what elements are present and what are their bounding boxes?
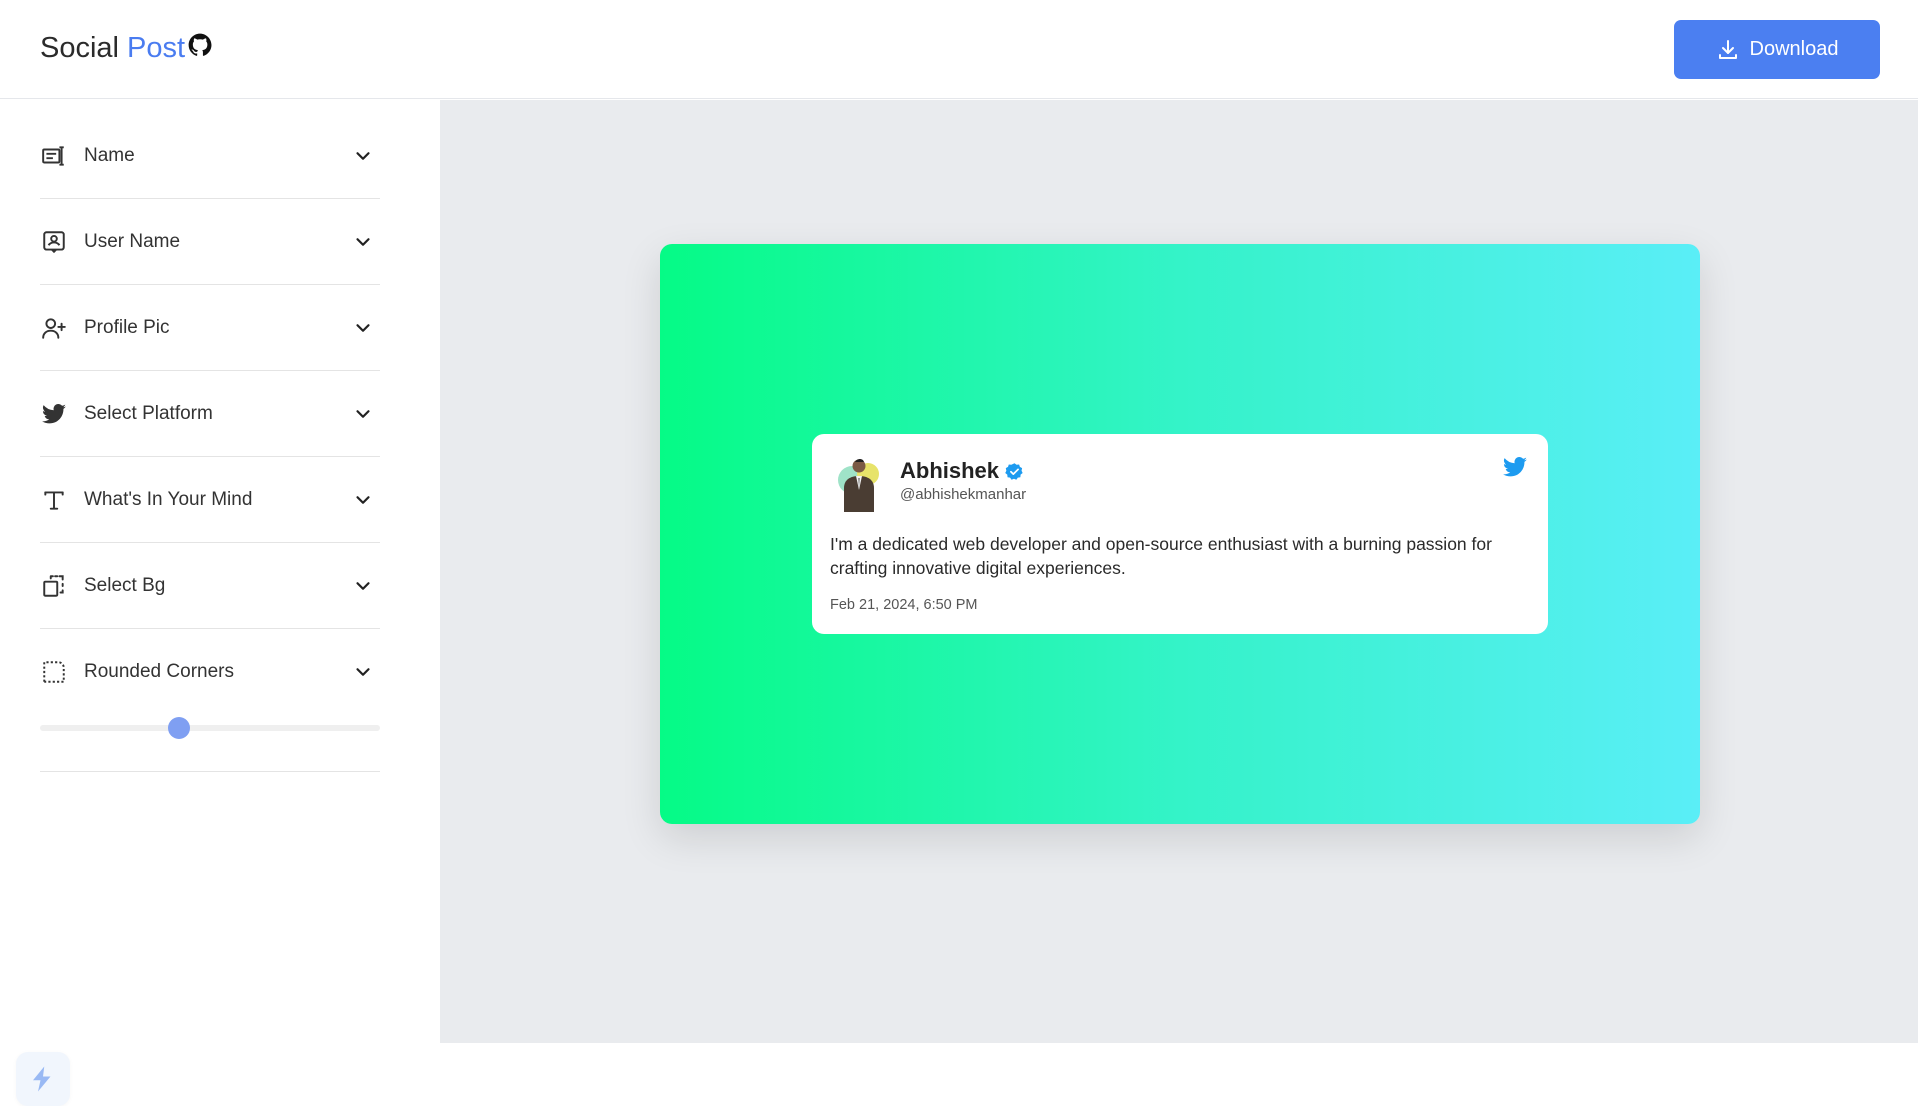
background-select-icon <box>40 572 68 600</box>
twitter-icon <box>1503 456 1527 477</box>
app-header: Social Post Download <box>0 0 1918 99</box>
post-timestamp: Feb 21, 2024, 6:50 PM <box>830 597 978 613</box>
profile-avatar <box>838 459 879 512</box>
download-icon <box>1718 39 1737 59</box>
download-label: Download <box>1749 38 1839 60</box>
accordion-label: Select Bg <box>84 574 166 596</box>
tweet-card: Abhishek @abhishekmanhar I'm a dedicated… <box>812 434 1548 634</box>
twitter-bird-icon <box>40 400 68 428</box>
chevron-down-icon <box>356 409 370 418</box>
text-t-icon <box>40 486 68 514</box>
chevron-down-icon <box>356 237 370 246</box>
logo-text-social: Social <box>40 32 119 64</box>
accordion-label: Profile Pic <box>84 316 170 338</box>
name-card-icon <box>40 142 68 170</box>
post-username: @abhishekmanhar <box>900 486 1027 503</box>
accordion-label: Select Platform <box>84 402 213 424</box>
accordion-whats-in-your-mind[interactable]: What's In Your Mind <box>40 457 380 543</box>
chevron-down-icon <box>356 151 370 160</box>
settings-sidebar: Name User Name Profile Pic Select Platfo… <box>0 100 440 1106</box>
post-background: Abhishek @abhishekmanhar I'm a dedicated… <box>660 244 1700 824</box>
chevron-down-icon <box>356 581 370 590</box>
chevron-down-icon <box>356 495 370 504</box>
accordion-profile-pic[interactable]: Profile Pic <box>40 285 380 371</box>
chevron-down-icon <box>356 323 370 332</box>
post-name-text: Abhishek <box>900 458 1000 483</box>
accordion-label: User Name <box>84 230 181 252</box>
app-logo[interactable]: Social Post <box>40 32 213 65</box>
post-body-text: I'm a dedicated web developer and open-s… <box>830 534 1492 578</box>
accordion-select-bg[interactable]: Select Bg <box>40 543 380 629</box>
verified-badge-icon <box>1005 462 1023 480</box>
logo-text-post: Post <box>127 32 186 64</box>
add-user-icon <box>40 314 68 342</box>
download-button[interactable]: Download <box>1674 20 1880 79</box>
accordion-select-platform[interactable]: Select Platform <box>40 371 380 457</box>
slider-track[interactable] <box>40 725 380 731</box>
lightning-logo-icon <box>33 1066 51 1092</box>
user-badge-icon <box>40 228 68 256</box>
accordion-name[interactable]: Name <box>40 113 380 199</box>
accordion-label: Name <box>84 144 135 166</box>
floating-helper-button[interactable] <box>16 1052 70 1106</box>
accordion-user-name[interactable]: User Name <box>40 199 380 285</box>
rounded-corners-slider <box>40 672 380 772</box>
preview-area: Abhishek @abhishekmanhar I'm a dedicated… <box>440 100 1918 1043</box>
post-display-name: Abhishek <box>900 458 1024 484</box>
accordion-label: What's In Your Mind <box>84 488 253 510</box>
slider-thumb[interactable] <box>168 717 191 739</box>
github-icon[interactable] <box>187 32 213 58</box>
